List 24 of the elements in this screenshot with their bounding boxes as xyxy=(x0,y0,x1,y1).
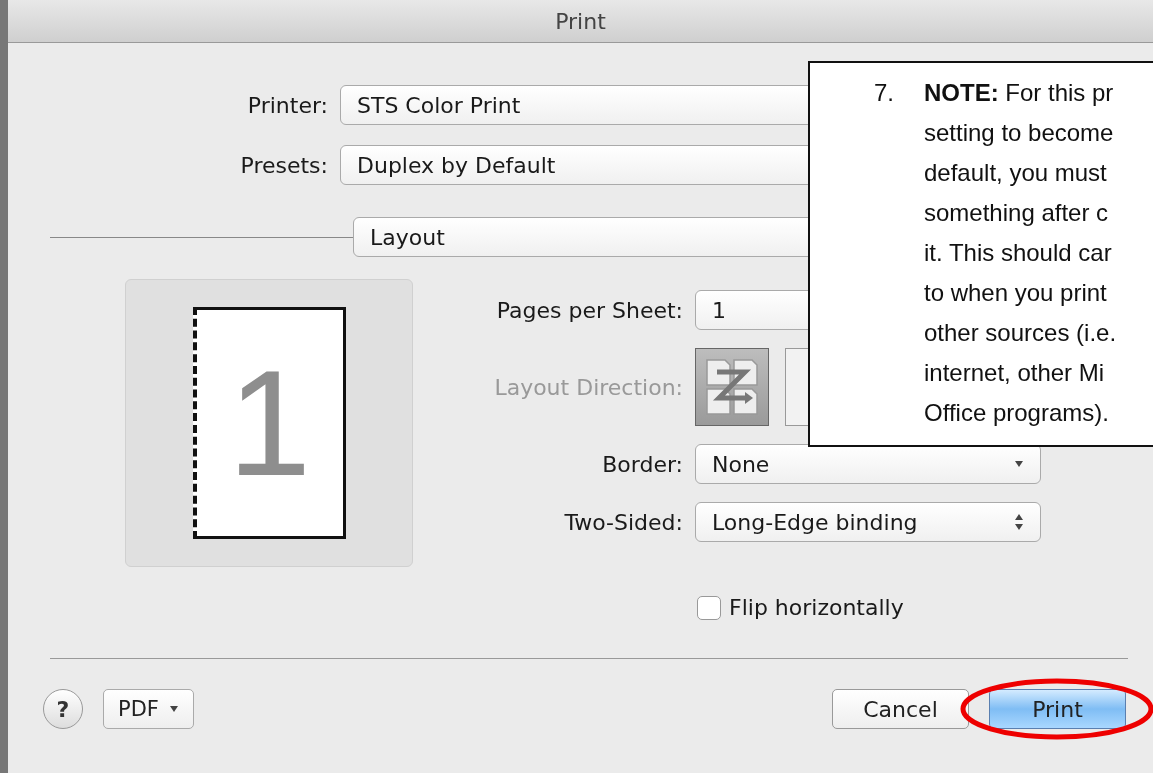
stepper-caret-icon xyxy=(1014,513,1024,531)
presets-label: Presets: xyxy=(239,152,329,178)
note-text-line: to when you print xyxy=(924,278,1108,308)
printer-label: Printer: xyxy=(246,92,329,118)
setting-label: Two-Sided: xyxy=(563,509,684,535)
dialog-button[interactable]: Print xyxy=(989,689,1126,729)
dialog-button[interactable]: Cancel xyxy=(832,689,969,729)
window-title: Print xyxy=(555,8,606,34)
z-direction-icon xyxy=(705,358,759,416)
help-button[interactable]: ? xyxy=(43,689,83,729)
pdf-menu-button[interactable]: PDF xyxy=(103,689,194,729)
page-number: 1 xyxy=(227,348,312,498)
note-text-line: internet, other Mi xyxy=(924,358,1106,388)
flip-checkbox[interactable]: Flip horizontally xyxy=(697,595,1153,620)
caret-icon xyxy=(168,705,179,713)
note-text-line: other sources (i.e. xyxy=(924,318,1117,348)
caret-icon xyxy=(1014,460,1024,468)
setting-popup[interactable]: None xyxy=(695,444,1041,484)
checkbox[interactable] xyxy=(697,595,721,620)
setting-label: Layout Direction: xyxy=(493,374,684,400)
note-text-line: Office programs). xyxy=(924,398,1110,428)
setting-label: Border: xyxy=(601,451,684,477)
setting-popup[interactable]: Long-Edge binding xyxy=(695,502,1041,542)
setting-label: Pages per Sheet: xyxy=(495,297,684,323)
